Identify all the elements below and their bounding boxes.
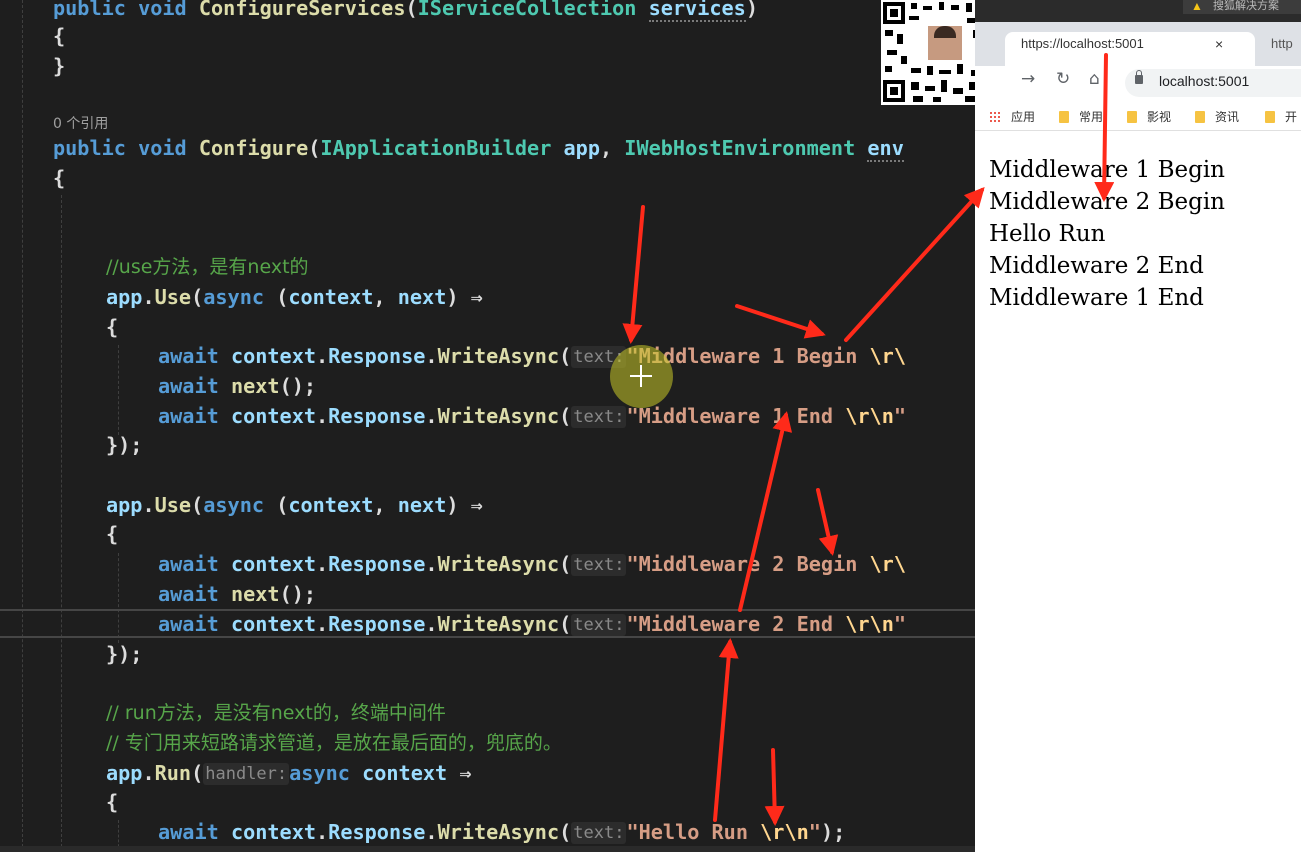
code-line: }); — [106, 433, 143, 457]
bookmark-apps[interactable]: 应用 — [989, 108, 1035, 125]
indent-guide — [61, 195, 62, 852]
warning-icon: ▲ — [1191, 0, 1203, 13]
code-line: { — [53, 166, 66, 190]
home-icon[interactable]: ⌂ — [1089, 69, 1100, 89]
code-line: } — [53, 54, 66, 78]
reload-icon[interactable]: ↻ — [1056, 69, 1070, 89]
tab-second[interactable]: http — [1257, 32, 1301, 66]
bookmarks-bar: 应用 常用 影视 资讯 开 — [975, 100, 1301, 131]
bookmark-folder[interactable]: 常用 — [1059, 108, 1103, 125]
output-line: Middleware 1 End — [989, 285, 1204, 311]
cursor-highlight — [610, 345, 673, 408]
code-line: public void ConfigureServices(IServiceCo… — [53, 0, 758, 23]
tab-title: http — [1271, 36, 1293, 51]
code-line: await context.Response.WriteAsync(text:"… — [158, 344, 906, 368]
search-hint: 搜狐解决方案 — [1213, 0, 1279, 12]
code-line: await context.Response.WriteAsync(text:"… — [158, 552, 906, 576]
code-line: { — [106, 790, 119, 814]
code-line: app.Use(async (context, next) ⇒ — [106, 285, 483, 309]
indent-guide — [118, 345, 119, 435]
output-line: Hello Run — [989, 221, 1106, 247]
page-content: Middleware 1 Begin Middleware 2 Begin He… — [975, 131, 1301, 852]
url-text[interactable]: localhost:5001 — [1159, 73, 1249, 89]
code-comment: //use方法，是有next的 — [106, 256, 309, 278]
code-line: app.Use(async (context, next) ⇒ — [106, 493, 483, 517]
bookmark-folder[interactable]: 影视 — [1127, 108, 1171, 125]
code-line: await next(); — [158, 374, 317, 398]
close-icon[interactable]: × — [1215, 32, 1223, 56]
folder-icon — [1127, 111, 1137, 123]
parameter-hint: text: — [571, 554, 627, 576]
code-line: app.Run(handler:async context ⇒ — [106, 761, 472, 785]
bookmark-folder[interactable]: 资讯 — [1195, 108, 1239, 125]
editor-gutter — [0, 0, 40, 852]
parameter-hint: text: — [571, 614, 627, 636]
search-box[interactable]: ▲ 搜狐解决方案 — [1183, 0, 1301, 14]
browser-toolbar: → ↻ ⌂ localhost:5001 — [975, 66, 1301, 100]
folder-icon — [1265, 111, 1275, 123]
output-line: Middleware 2 End — [989, 253, 1204, 279]
tab-localhost[interactable]: https://localhost:5001 × — [1005, 32, 1255, 66]
code-line: await next(); — [158, 582, 317, 606]
code-line: await context.Response.WriteAsync(text:"… — [158, 820, 846, 844]
code-comment: // run方法，是没有next的，终端中间件 — [106, 702, 446, 724]
codelens-references[interactable]: 0 个引用 — [53, 113, 108, 133]
apps-icon — [989, 111, 1001, 123]
folder-icon — [1195, 111, 1205, 123]
bookmark-folder[interactable]: 开 — [1265, 108, 1297, 125]
indent-guide — [22, 0, 23, 852]
tab-title: https://localhost:5001 — [1021, 36, 1144, 51]
code-line: { — [53, 24, 66, 48]
tab-strip: https://localhost:5001 × http — [975, 22, 1301, 66]
parameter-hint: text: — [571, 822, 627, 844]
code-line: { — [106, 315, 119, 339]
browser-window: ▲ 搜狐解决方案 https://localhost:5001 × http →… — [975, 0, 1301, 852]
code-line: public void Configure(IApplicationBuilde… — [53, 136, 904, 162]
avatar — [926, 24, 964, 62]
parameter-hint: text: — [571, 406, 627, 428]
code-line: }); — [106, 642, 143, 666]
taskbar-strip: ▲ 搜狐解决方案 — [975, 0, 1301, 22]
address-bar[interactable]: localhost:5001 — [1125, 69, 1301, 97]
code-line: await context.Response.WriteAsync(text:"… — [158, 404, 907, 428]
folder-icon — [1059, 111, 1069, 123]
forward-icon[interactable]: → — [1021, 69, 1035, 89]
code-comment: // 专门用来短路请求管道，是放在最后面的，兜底的。 — [106, 732, 562, 754]
code-line: { — [106, 522, 119, 546]
code-line: await context.Response.WriteAsync(text:"… — [158, 612, 907, 636]
horizontal-scrollbar[interactable] — [0, 846, 975, 852]
output-line: Middleware 2 Begin — [989, 189, 1225, 215]
parameter-hint: handler: — [203, 763, 290, 785]
output-line: Middleware 1 Begin — [989, 157, 1225, 183]
lock-icon[interactable] — [1135, 70, 1143, 84]
code-editor[interactable]: public void ConfigureServices(IServiceCo… — [0, 0, 975, 852]
